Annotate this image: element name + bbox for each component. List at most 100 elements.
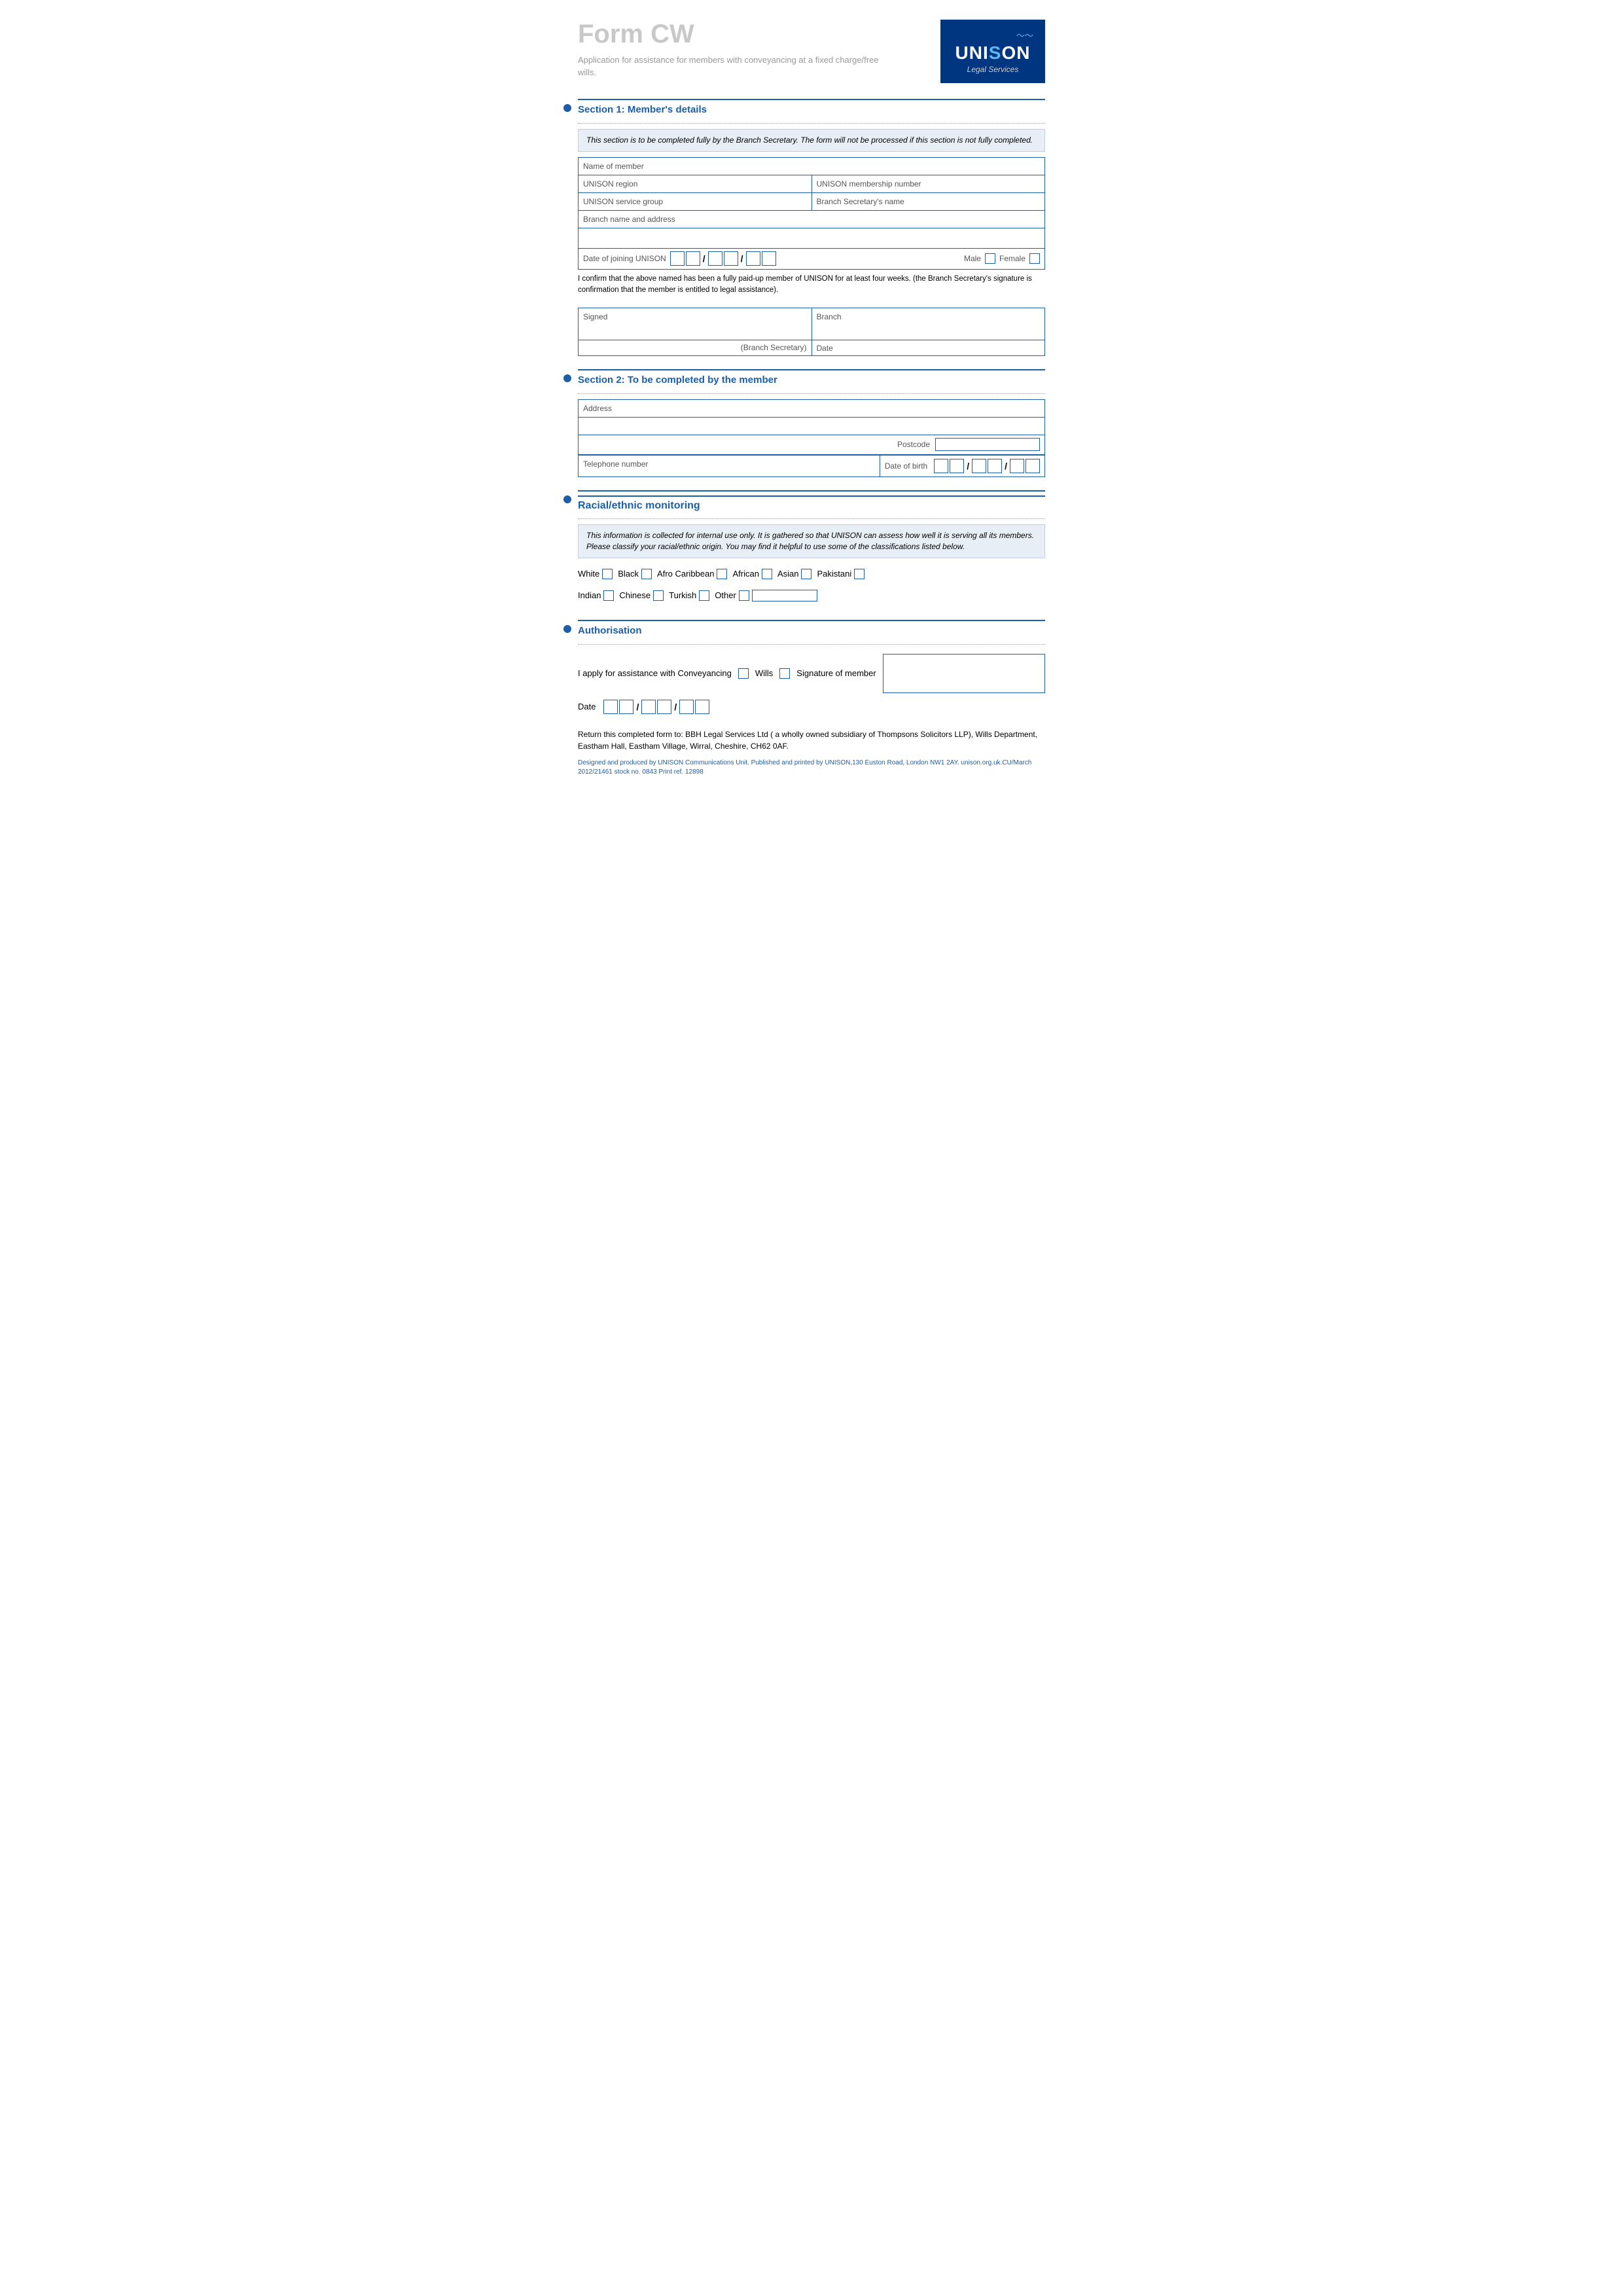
dob-year2[interactable] — [1026, 459, 1040, 473]
afro-caribbean-item: Afro Caribbean — [657, 569, 727, 579]
dob-month1[interactable] — [972, 459, 986, 473]
signed-field[interactable]: Signed — [578, 308, 812, 340]
section2-bullet — [563, 374, 571, 382]
branch-name-label: Branch name and address — [583, 215, 675, 224]
membership-number-field[interactable]: UNISON membership number — [812, 175, 1046, 193]
address-label: Address — [583, 404, 612, 413]
african-checkbox[interactable] — [762, 569, 772, 579]
branch-address-field[interactable] — [578, 228, 1045, 249]
afro-caribbean-checkbox[interactable] — [717, 569, 727, 579]
auth-month1[interactable] — [641, 700, 656, 714]
racial-divider — [578, 518, 1045, 519]
branch-name-field[interactable]: Branch name and address — [578, 210, 1045, 228]
day-box1[interactable] — [670, 251, 685, 266]
telephone-label: Telephone number — [583, 459, 648, 469]
section1-title: Section 1: Member's details — [578, 104, 1045, 115]
auth-day1[interactable] — [603, 700, 618, 714]
white-item: White — [578, 569, 613, 579]
racial-bullet — [563, 495, 571, 503]
auth-month2[interactable] — [657, 700, 671, 714]
dob-month2[interactable] — [988, 459, 1002, 473]
conveyancing-checkbox[interactable] — [738, 668, 749, 679]
month-box1[interactable] — [708, 251, 722, 266]
indian-label: Indian — [578, 590, 601, 600]
dob-day2[interactable] — [950, 459, 964, 473]
address-field-1[interactable]: Address — [578, 399, 1045, 418]
header: Form CW Application for assistance for m… — [578, 20, 1045, 83]
date-joining-boxes[interactable]: / / — [670, 251, 776, 266]
branch-secretary-name-field[interactable]: Branch Secretary's name — [812, 192, 1046, 211]
pakistani-checkbox[interactable] — [854, 569, 865, 579]
form-title: Form CW — [578, 20, 940, 49]
chinese-checkbox[interactable] — [653, 590, 664, 601]
footer-return: Return this completed form to: BBH Legal… — [578, 728, 1045, 752]
dob-boxes[interactable]: / / — [934, 459, 1040, 473]
racial-title: Racial/ethnic monitoring — [578, 495, 1045, 512]
other-checkbox[interactable] — [739, 590, 749, 601]
black-checkbox[interactable] — [641, 569, 652, 579]
auth-day2[interactable] — [619, 700, 633, 714]
tel-dob-row: Telephone number Date of birth / / — [578, 455, 1045, 477]
auth-divider — [578, 644, 1045, 645]
turkish-item: Turkish — [669, 590, 709, 601]
racial-header: Racial/ethnic monitoring — [578, 490, 1045, 514]
african-item: African — [732, 569, 772, 579]
dob-field[interactable]: Date of birth / / — [880, 455, 1045, 477]
signature-area[interactable] — [883, 654, 1045, 693]
auth-year1[interactable] — [679, 700, 694, 714]
logo-swoosh: ～～ — [952, 29, 1033, 41]
dob-day1[interactable] — [934, 459, 948, 473]
branch-field[interactable]: Branch — [812, 308, 1046, 340]
auth-year2[interactable] — [695, 700, 709, 714]
name-of-member-field[interactable]: Name of member — [578, 157, 1045, 175]
branch-secretary-label: (Branch Secretary) — [578, 340, 812, 356]
auth-bullet — [563, 625, 571, 633]
postcode-field[interactable] — [935, 438, 1040, 451]
confirmation-text: I confirm that the above named has been … — [578, 270, 1045, 303]
female-checkbox[interactable] — [1029, 253, 1040, 264]
bs-date-row: (Branch Secretary) Date — [578, 340, 1045, 356]
black-item: Black — [618, 569, 652, 579]
other-text-field[interactable] — [752, 590, 817, 601]
auth-date-row: Date / / — [578, 697, 1045, 717]
telephone-field[interactable]: Telephone number — [578, 455, 880, 477]
service-group-secretary-row: UNISON service group Branch Secretary's … — [578, 192, 1045, 211]
asian-label: Asian — [777, 569, 799, 579]
address-field-2[interactable] — [578, 417, 1045, 435]
date-cell-field[interactable]: Date — [812, 340, 1046, 356]
racial-checkboxes-row1: White Black Afro Caribbean African Asian… — [578, 564, 1045, 584]
branch-secretary-name-label: Branch Secretary's name — [817, 197, 904, 206]
unison-logo: ～～ UNISON Legal Services — [940, 20, 1045, 83]
indian-checkbox[interactable] — [603, 590, 614, 601]
chinese-item: Chinese — [619, 590, 664, 601]
male-checkbox[interactable] — [985, 253, 995, 264]
signed-label: Signed — [583, 312, 607, 321]
dob-year1[interactable] — [1010, 459, 1024, 473]
month-box2[interactable] — [724, 251, 738, 266]
asian-item: Asian — [777, 569, 812, 579]
auth-conv-wills-row: I apply for assistance with Conveyancing… — [578, 650, 1045, 697]
region-membership-row: UNISON region UNISON membership number — [578, 175, 1045, 193]
wills-checkbox[interactable] — [779, 668, 790, 679]
pakistani-label: Pakistani — [817, 569, 851, 579]
service-group-field[interactable]: UNISON service group — [578, 192, 812, 211]
logo-name: UNISON — [952, 43, 1033, 63]
indian-item: Indian — [578, 590, 614, 601]
section1-info: This section is to be completed fully by… — [578, 129, 1045, 152]
year-box1[interactable] — [746, 251, 760, 266]
white-checkbox[interactable] — [602, 569, 613, 579]
date-cell-label: Date — [817, 344, 833, 353]
membership-number-label: UNISON membership number — [817, 179, 921, 188]
unison-region-field[interactable]: UNISON region — [578, 175, 812, 193]
asian-checkbox[interactable] — [801, 569, 812, 579]
year-box2[interactable] — [762, 251, 776, 266]
turkish-checkbox[interactable] — [699, 590, 709, 601]
day-box2[interactable] — [686, 251, 700, 266]
conveyancing-label: I apply for assistance with Conveyancing — [578, 668, 732, 678]
auth-date-boxes[interactable]: / / — [603, 700, 709, 714]
dob-label: Date of birth — [885, 461, 927, 471]
section2-divider — [578, 393, 1045, 394]
african-label: African — [732, 569, 758, 579]
section2-title: Section 2: To be completed by the member — [578, 374, 1045, 386]
turkish-label: Turkish — [669, 590, 696, 600]
